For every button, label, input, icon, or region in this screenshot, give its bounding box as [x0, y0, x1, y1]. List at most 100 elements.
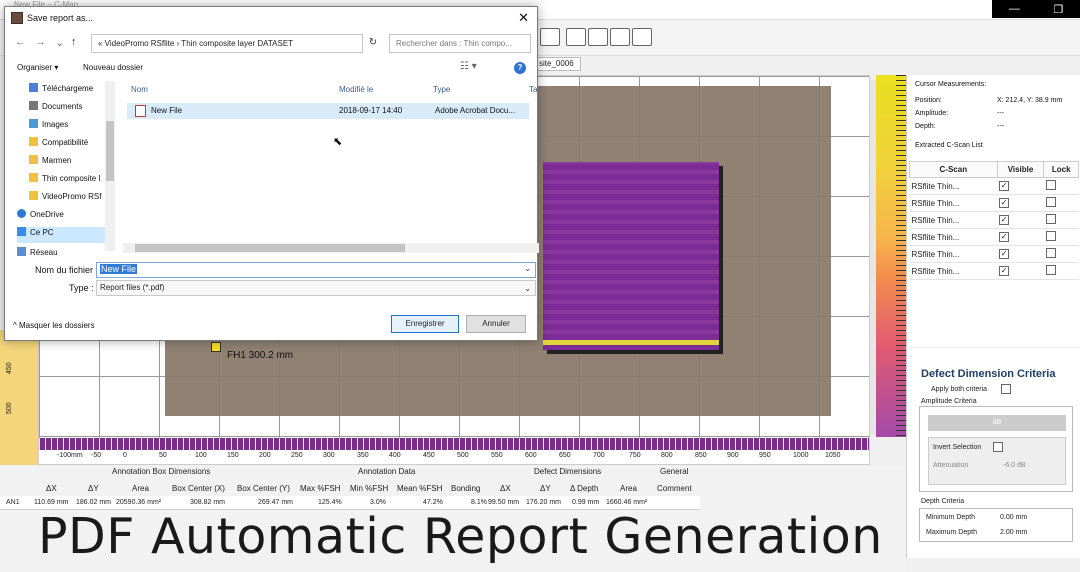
hide-folders-toggle[interactable]: ^ Masquer les dossiers — [13, 321, 95, 330]
apply-both-label: Apply both criteria — [931, 386, 988, 393]
nav-scrollbar[interactable] — [105, 81, 115, 251]
max-depth-value[interactable]: 2.00 mm — [1000, 529, 1027, 536]
column-header[interactable]: ΔX — [46, 484, 57, 493]
tab-site-0006[interactable]: site_0006 — [532, 57, 581, 71]
filename-input[interactable]: New File ⌄ — [96, 262, 536, 278]
file-type-select[interactable]: Report files (*.pdf) ⌄ — [96, 280, 536, 296]
remove-region-icon[interactable] — [588, 28, 608, 46]
chevron-down-icon[interactable]: ⌄ — [55, 36, 64, 49]
apply-both-checkbox[interactable] — [1001, 384, 1011, 394]
monitor-icon[interactable] — [610, 28, 630, 46]
column-header[interactable]: Box Center (X) — [172, 484, 225, 493]
col-size[interactable]: Ta — [529, 85, 537, 94]
nav-item-network[interactable]: Réseau — [17, 247, 58, 257]
x-tick-label: 600 — [525, 452, 537, 459]
col-visible[interactable]: Visible — [996, 161, 1045, 178]
cursor-panel: Cursor Measurements: Position: X: 212.4,… — [906, 75, 1080, 347]
x-tick-label: 0 — [123, 452, 127, 459]
visible-checkbox[interactable]: ✓ — [997, 177, 1044, 195]
table-row[interactable]: RSflite Thin... ✓ — [909, 177, 1079, 195]
lock-checkbox[interactable] — [1043, 177, 1079, 195]
target-icon[interactable] — [540, 28, 560, 46]
visible-checkbox[interactable]: ✓ — [997, 262, 1044, 280]
column-header[interactable]: Area — [620, 484, 637, 493]
column-header[interactable]: Max %FSH — [300, 484, 340, 493]
search-input[interactable]: Rechercher dans : Thin compo... — [389, 34, 531, 53]
column-header[interactable]: Box Center (Y) — [237, 484, 290, 493]
new-folder-button[interactable]: Nouveau dossier — [83, 63, 143, 72]
chevron-down-icon[interactable]: ⌄ — [524, 282, 531, 296]
column-header[interactable]: Δ Depth — [570, 484, 598, 493]
criteria-panel: Defect Dimension Criteria Apply both cri… — [906, 348, 1080, 558]
restore-icon[interactable]: ❐ — [1053, 3, 1063, 16]
col-modified[interactable]: Modifié le — [339, 85, 373, 94]
minimize-icon[interactable]: — — [1009, 3, 1020, 15]
attenuation-value[interactable]: -6.0 dB — [1003, 462, 1026, 469]
column-header[interactable]: Comment — [657, 484, 692, 493]
forward-icon[interactable]: → — [35, 36, 46, 48]
db-unit-field[interactable]: dB — [928, 415, 1066, 431]
up-arrow-icon[interactable]: ↑ — [71, 36, 77, 48]
lock-checkbox[interactable] — [1043, 245, 1079, 263]
view-icon[interactable]: ☷ ▾ — [460, 61, 477, 72]
visible-checkbox[interactable]: ✓ — [997, 194, 1044, 212]
column-header[interactable]: ΔY — [540, 484, 551, 493]
refresh-icon[interactable]: ↻ — [365, 34, 381, 53]
back-icon[interactable]: ← — [15, 36, 26, 48]
chevron-down-icon[interactable]: ⌄ — [524, 264, 531, 273]
save-button[interactable]: Enregistrer — [391, 315, 459, 333]
col-name[interactable]: Nom — [131, 85, 148, 94]
table-row[interactable]: RSflite Thin... ✓ — [909, 262, 1079, 280]
filename-label: Nom du fichier : — [35, 265, 99, 275]
column-header[interactable]: Mean %FSH — [397, 484, 442, 493]
x-tick-label: 800 — [661, 452, 673, 459]
col-lock[interactable]: Lock — [1043, 161, 1079, 178]
address-bar[interactable]: « VideoPromo RSflite › Thin composite la… — [91, 34, 363, 53]
cscan-name: RSflite Thin... — [909, 194, 998, 212]
col-type[interactable]: Type — [433, 85, 450, 94]
add-region-icon[interactable] — [566, 28, 586, 46]
nav-item-images[interactable]: Images — [29, 119, 68, 135]
nav-item-onedrive[interactable]: OneDrive — [17, 209, 64, 225]
cancel-button[interactable]: Annuler — [466, 315, 526, 333]
file-row[interactable]: New File 2018-09-17 14:40 Adobe Acrobat … — [127, 103, 529, 119]
close-icon[interactable]: ✕ — [518, 10, 529, 26]
annotation-marker[interactable] — [211, 342, 221, 352]
lock-checkbox[interactable] — [1043, 262, 1079, 280]
nav-item-videopromo[interactable]: VideoPromo RSf — [29, 191, 101, 207]
nav-item-documents[interactable]: Documents — [29, 101, 82, 117]
table-row[interactable]: RSflite Thin... ✓ — [909, 211, 1079, 229]
visible-checkbox[interactable]: ✓ — [997, 228, 1044, 246]
nav-item-this-pc[interactable]: Ce PC — [17, 227, 105, 243]
visible-checkbox[interactable]: ✓ — [997, 245, 1044, 263]
cscan-name: RSflite Thin... — [909, 262, 998, 280]
column-header[interactable]: Area — [132, 484, 149, 493]
lock-checkbox[interactable] — [1043, 211, 1079, 229]
nav-item-thin-composite[interactable]: Thin composite l — [29, 173, 100, 189]
cell-value: 110.69 mm — [34, 499, 69, 506]
lock-checkbox[interactable] — [1043, 228, 1079, 246]
min-depth-value[interactable]: 0.00 mm — [1000, 514, 1027, 521]
visible-checkbox[interactable]: ✓ — [997, 211, 1044, 229]
column-header[interactable]: Bonding — [451, 484, 480, 493]
table-row[interactable]: RSflite Thin... ✓ — [909, 245, 1079, 263]
invert-selection-checkbox[interactable] — [993, 442, 1003, 452]
mouse-cursor-icon: ⬉ — [333, 136, 343, 148]
scroll-thumb[interactable] — [106, 121, 114, 181]
cell-value: 8.1% — [471, 499, 487, 506]
nav-item-compat[interactable]: Compatibilité — [29, 137, 88, 153]
column-header[interactable]: Min %FSH — [350, 484, 388, 493]
nav-item-downloads[interactable]: Téléchargeme — [29, 83, 93, 99]
table-row[interactable]: RSflite Thin... ✓ — [909, 194, 1079, 212]
column-header[interactable]: ΔY — [88, 484, 99, 493]
table-row[interactable]: RSflite Thin... ✓ — [909, 228, 1079, 246]
column-header[interactable]: ΔX — [500, 484, 511, 493]
help-icon[interactable]: ? — [514, 62, 526, 74]
nav-item-marmen[interactable]: Marmen — [29, 155, 71, 171]
col-cscan[interactable]: C-Scan — [909, 161, 998, 178]
scroll-thumb[interactable] — [135, 244, 405, 252]
lock-checkbox[interactable] — [1043, 194, 1079, 212]
organize-button[interactable]: Organiser ▾ — [17, 63, 58, 72]
horizontal-scrollbar[interactable] — [123, 243, 539, 253]
print-icon[interactable] — [632, 28, 652, 46]
